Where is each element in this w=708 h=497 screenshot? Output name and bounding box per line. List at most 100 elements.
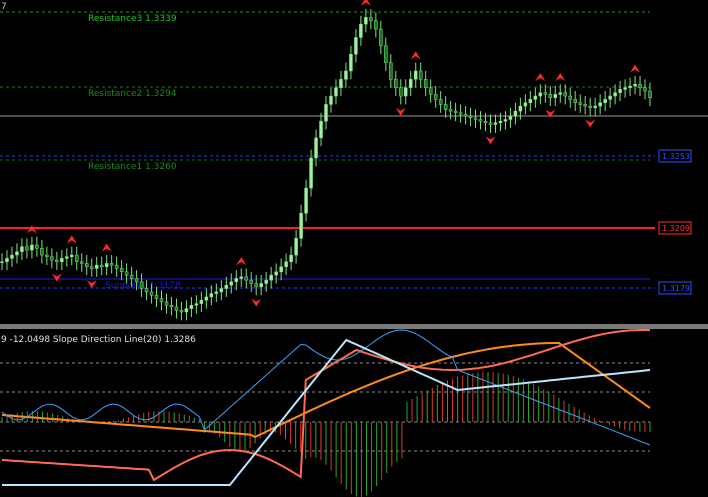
candle: [274, 271, 278, 276]
candle: [568, 95, 572, 100]
candle: [284, 261, 288, 268]
candle: [94, 264, 99, 269]
corner-mark: 7: [1, 2, 7, 12]
candle: [404, 87, 408, 97]
candle: [319, 120, 323, 139]
candle: [154, 294, 159, 299]
candle: [558, 92, 563, 95]
candle: [75, 254, 79, 262]
candle: [443, 104, 448, 110]
candle: [463, 114, 468, 117]
candle: [428, 87, 433, 95]
candle: [413, 70, 418, 80]
candle: [144, 288, 149, 293]
candle: [618, 89, 622, 93]
candle: [518, 105, 523, 112]
candle: [374, 20, 378, 30]
candle: [244, 276, 248, 281]
candle: [468, 115, 473, 119]
candle: [603, 99, 607, 103]
candle: [339, 79, 343, 88]
price-tag-lower-text: 1.3179: [662, 284, 690, 293]
candle: [35, 244, 39, 249]
candle: [254, 283, 258, 288]
candle: [179, 310, 184, 313]
candle: [593, 105, 597, 109]
candle: [384, 45, 388, 63]
candle: [608, 95, 612, 100]
candle: [5, 258, 9, 262]
candle: [483, 120, 488, 124]
candle: [304, 187, 308, 214]
price-tag-upper-text: 1.3253: [662, 152, 690, 161]
candle: [65, 256, 69, 259]
candle: [55, 259, 59, 262]
candle: [249, 279, 253, 284]
candle: [533, 95, 538, 100]
candle: [359, 23, 363, 38]
candle: [423, 79, 428, 88]
candle: [344, 70, 348, 80]
candle: [99, 264, 104, 268]
candle: [334, 87, 338, 97]
resistance2-label: Resistance2 1.3294: [88, 89, 177, 99]
candle: [279, 266, 283, 273]
candle: [45, 254, 49, 257]
candle: [25, 246, 29, 251]
candle: [389, 62, 393, 80]
candle: [219, 288, 224, 293]
candle: [50, 256, 54, 261]
candle: [159, 298, 164, 303]
price-tag-lower: 1.3179: [658, 281, 692, 295]
candle: [214, 291, 219, 294]
candle: [438, 99, 443, 105]
candle: [114, 264, 119, 269]
candle: [269, 274, 273, 281]
candle: [289, 254, 293, 262]
candle: [194, 303, 199, 306]
trading-chart[interactable]: 7 Resistance3 1.3339 Resistance2 1.3294 …: [0, 0, 708, 497]
candle: [314, 137, 318, 159]
candle: [453, 110, 458, 114]
candle: [199, 299, 204, 304]
candle: [329, 95, 333, 105]
candle: [478, 119, 483, 122]
candle: [458, 112, 463, 115]
candle: [418, 70, 423, 80]
candle: [294, 238, 298, 256]
candle: [169, 305, 174, 308]
resistance3-label: Resistance3 1.3339: [88, 14, 177, 24]
candle: [149, 291, 154, 296]
candle: [70, 254, 74, 257]
candle: [0, 261, 4, 263]
panel-separator[interactable]: [0, 324, 708, 329]
candle: [583, 104, 587, 107]
indicator-panel-bg: [0, 329, 708, 497]
candle: [104, 263, 109, 268]
candle: [613, 92, 617, 97]
candle: [40, 248, 44, 256]
candle: [598, 102, 602, 107]
candle: [399, 87, 403, 97]
price-tag-red-text: 1.3209: [662, 224, 690, 233]
candle: [493, 122, 498, 125]
candle: [109, 263, 114, 266]
candle: [10, 254, 14, 259]
candle: [643, 87, 647, 92]
candle: [369, 17, 373, 21]
candle: [204, 296, 209, 301]
candle: [379, 28, 383, 47]
candle: [209, 293, 214, 298]
candle: [433, 94, 438, 100]
candle: [139, 281, 144, 289]
candle: [164, 301, 169, 306]
indicator-panel[interactable]: 9 -12.0498 Slope Direction Line(20) 1.32…: [0, 329, 708, 497]
candle: [513, 110, 518, 117]
indicator-title: 9 -12.0498 Slope Direction Line(20) 1.32…: [1, 335, 196, 345]
candle: [578, 102, 582, 105]
candle: [354, 37, 358, 55]
candle: [119, 268, 124, 273]
price-panel[interactable]: 7 Resistance3 1.3339 Resistance2 1.3294 …: [0, 0, 708, 332]
candle: [488, 122, 493, 125]
candle: [324, 104, 328, 122]
